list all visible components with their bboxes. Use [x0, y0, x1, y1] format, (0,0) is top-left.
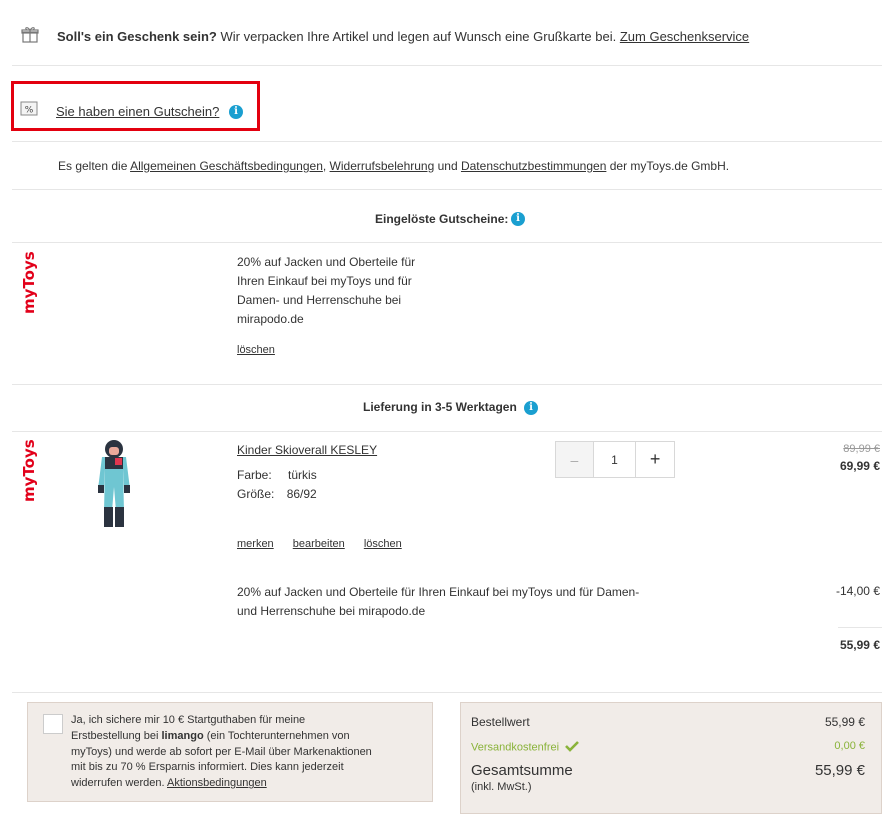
limango-optin-box: Ja, ich sichere mir 10 € Startguthaben f…	[27, 702, 433, 802]
old-price: 89,99 €	[843, 443, 880, 455]
limango-line5-pre: widerrufen werden.	[71, 777, 167, 790]
svg-text:%: %	[25, 106, 34, 116]
mytoys-logo: myToys	[20, 251, 38, 316]
item-subtotal: 55,99 €	[839, 638, 880, 652]
divider	[12, 141, 882, 142]
color-label: Farbe:	[237, 468, 272, 482]
redeemed-line: Ihren Einkauf bei myToys und für	[237, 274, 412, 288]
delivery-info-icon[interactable]: i	[524, 401, 538, 415]
widerruf-link[interactable]: Widerrufsbelehrung	[330, 159, 435, 173]
datenschutz-link[interactable]: Datenschutzbestimmungen	[461, 159, 606, 173]
agb-link[interactable]: Allgemeinen Geschäftsbedingungen	[130, 159, 323, 173]
redeemed-info-icon[interactable]: i	[511, 212, 525, 226]
limango-line: Erstbestellung bei limango (ein Tochteru…	[71, 729, 372, 745]
limango-line: widerrufen werden. Aktionsbedingungen	[71, 776, 372, 792]
divider	[12, 431, 882, 432]
terms-sep: ,	[322, 159, 330, 173]
redeemed-line: 20% auf Jacken und Oberteile für	[237, 255, 416, 269]
aktionsbedingungen-link[interactable]: Aktionsbedingungen	[167, 777, 267, 789]
divider	[12, 242, 882, 243]
vat-note: (inkl. MwSt.)	[471, 781, 532, 793]
product-color: Farbe: türkis	[237, 468, 317, 482]
discount-value: -14,00 €	[835, 584, 880, 598]
voucher-info-icon[interactable]: i	[229, 105, 243, 119]
limango-brand: limango	[161, 729, 204, 742]
terms-pre: Es gelten die	[58, 159, 131, 173]
remember-link[interactable]: merken	[237, 538, 274, 550]
redeemed-heading: Eingelöste Gutscheine:	[375, 212, 508, 226]
discount-line: 20% auf Jacken und Oberteile für Ihren E…	[237, 585, 640, 599]
product-size: Größe: 86/92	[237, 487, 317, 501]
limango-line: mit bis zu 70 % Ersparnis informiert. Di…	[71, 761, 344, 774]
redeemed-voucher-text: 20% auf Jacken und Oberteile für Ihren E…	[237, 253, 415, 329]
price: 69,99 €	[839, 459, 880, 473]
terms-post: der myToys.de GmbH.	[606, 159, 730, 173]
divider	[12, 384, 882, 385]
redeemed-line: Damen- und Herrenschuhe bei	[237, 293, 402, 307]
delivery-heading: Lieferung in 3-5 Werktagen	[363, 400, 517, 414]
product-name-link[interactable]: Kinder Skioverall KESLEY	[237, 443, 377, 457]
limango-line2-post: (ein Tochterunternehmen von	[203, 729, 350, 742]
voucher-icon: %	[20, 101, 38, 120]
mytoys-logo: myToys	[20, 439, 38, 504]
item-discount-text: 20% auf Jacken und Oberteile für Ihren E…	[237, 583, 639, 621]
gift-question: Soll's ein Geschenk sein?	[57, 29, 217, 44]
bestellwert-value: 55,99 €	[824, 715, 865, 729]
quantity-stepper[interactable]: – 1 +	[555, 441, 675, 478]
limango-text: Ja, ich sichere mir 10 € Startguthaben f…	[71, 713, 372, 792]
total-label: Gesamtsumme	[471, 762, 573, 779]
redeemed-delete-link[interactable]: löschen	[237, 344, 275, 356]
shipping-label: Versandkostenfrei	[471, 741, 560, 754]
shipping-row: Versandkostenfrei	[471, 740, 580, 755]
gift-service-text: Soll's ein Geschenk sein? Wir verpacken …	[57, 29, 749, 44]
check-icon	[565, 740, 580, 755]
limango-checkbox[interactable]	[43, 714, 63, 734]
terms-mid: und	[434, 159, 461, 173]
divider	[12, 692, 882, 693]
color-value: türkis	[288, 468, 317, 482]
limango-line: Ja, ich sichere mir 10 € Startguthaben f…	[71, 714, 306, 726]
qty-plus-button[interactable]: +	[635, 442, 674, 477]
bestellwert-label: Bestellwert	[471, 715, 530, 729]
mytoys-logo-text: myToys	[20, 251, 38, 314]
delete-link[interactable]: löschen	[364, 538, 402, 550]
item-actions: merken bearbeiten löschen	[237, 538, 402, 550]
divider	[12, 189, 882, 190]
product-image[interactable]	[93, 439, 135, 534]
total-value: 55,99 €	[814, 762, 865, 779]
redeemed-heading-label: Eingelöste Gutscheine:	[375, 212, 509, 226]
size-label: Größe:	[237, 487, 275, 501]
qty-minus-button[interactable]: –	[556, 442, 594, 477]
redeemed-line: mirapodo.de	[237, 312, 304, 326]
divider	[12, 65, 882, 66]
gift-icon	[21, 26, 39, 47]
discount-line: und Herrenschuhe bei mirapodo.de	[237, 604, 426, 618]
limango-line: myToys) und werde ab sofort per E-Mail ü…	[71, 745, 372, 758]
voucher-link[interactable]: Sie haben einen Gutschein?	[56, 104, 219, 119]
subtotal-divider	[838, 627, 882, 628]
limango-line2-pre: Erstbestellung bei	[71, 729, 162, 742]
terms-text: Es gelten die Allgemeinen Geschäftsbedin…	[58, 159, 729, 173]
size-value: 86/92	[286, 487, 317, 501]
gift-description: Wir verpacken Ihre Artikel und legen auf…	[216, 29, 620, 44]
shipping-value: 0,00 €	[834, 740, 865, 752]
order-summary-box: Bestellwert 55,99 € Versandkostenfrei 0,…	[460, 702, 882, 814]
qty-value[interactable]: 1	[594, 442, 636, 477]
mytoys-logo-text: myToys	[20, 439, 38, 502]
gift-service-link[interactable]: Zum Geschenkservice	[620, 29, 749, 44]
edit-link[interactable]: bearbeiten	[293, 538, 345, 550]
